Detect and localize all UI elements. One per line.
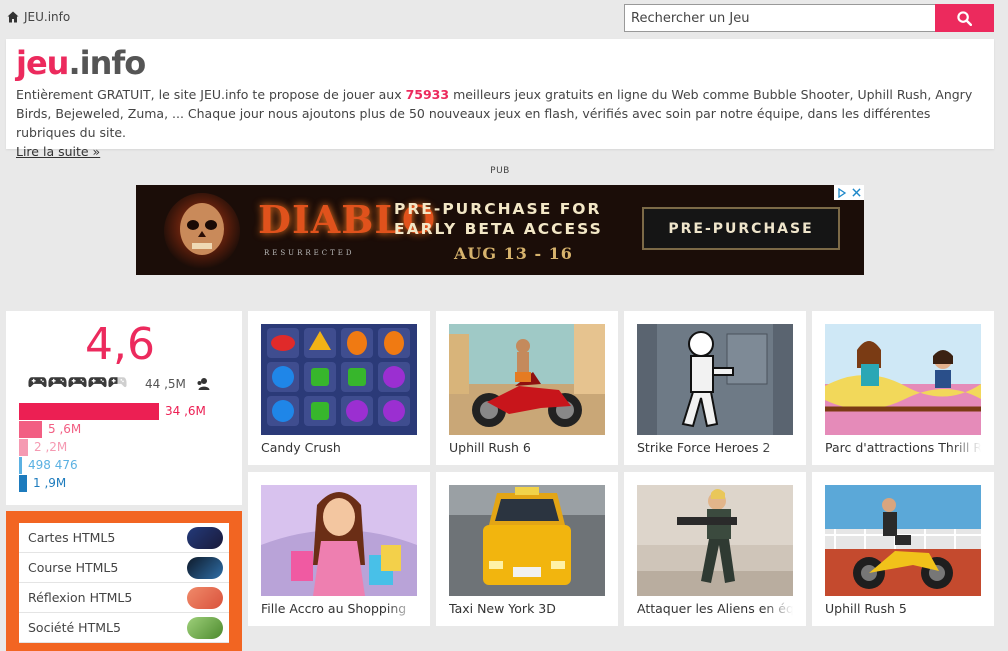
game-count: 75933 xyxy=(405,87,450,102)
ad-date: AUG 13 - 16 xyxy=(454,244,573,263)
intro-text-before: Entièrement GRATUIT, le site JEU.info te… xyxy=(16,87,406,102)
vote-count: 44 ,5M xyxy=(145,377,186,391)
game-card[interactable]: Parc d'attractions Thrill R xyxy=(812,311,994,465)
game-thumbnail-uphill-rush-6 xyxy=(449,324,605,435)
ad-banner[interactable]: DIABLO RESURRECTED PRE-PURCHASE FOR EARL… xyxy=(136,185,864,275)
rating-score: 4,6 xyxy=(85,319,155,370)
user-icon xyxy=(197,378,210,390)
rating-bar-label: 34 ,6M xyxy=(165,404,206,418)
home-icon xyxy=(7,11,19,23)
game-title: Fille Accro au Shopping xyxy=(261,601,417,616)
search-input[interactable] xyxy=(624,4,935,32)
rating-controllers xyxy=(28,375,127,389)
game-thumbnail-candy-crush xyxy=(261,324,417,435)
category-panel: Cartes HTML5 Course HTML5 Réflexion HTML… xyxy=(6,511,242,651)
rating-bar-label: 1 ,9M xyxy=(33,476,67,490)
rating-bar xyxy=(19,403,159,420)
ad-label: PUB xyxy=(490,166,510,176)
rating-bar xyxy=(19,439,28,456)
rating-bar-label: 5 ,6M xyxy=(48,422,82,436)
game-title: Uphill Rush 5 xyxy=(825,601,981,616)
game-title: Parc d'attractions Thrill R xyxy=(825,440,981,455)
logo-part-2: .info xyxy=(68,44,146,82)
game-thumbnail-strike-force-heroes xyxy=(637,324,793,435)
game-thumbnail-taxi-new-york xyxy=(449,485,605,596)
ad-cta-button[interactable]: PRE-PURCHASE xyxy=(642,207,840,250)
game-thumbnail-shopping-girl xyxy=(261,485,417,596)
search-form xyxy=(624,4,994,32)
intro-panel: jeu.info Entièrement GRATUIT, le site JE… xyxy=(6,39,994,159)
game-thumbnail-uphill-rush-5 xyxy=(825,485,981,596)
category-item[interactable]: Société HTML5 xyxy=(19,613,229,643)
rating-bar xyxy=(19,475,27,492)
game-title: Uphill Rush 6 xyxy=(449,440,605,455)
category-label: Société HTML5 xyxy=(28,620,121,635)
close-icon[interactable] xyxy=(849,185,864,200)
rating-bar-label: 2 ,2M xyxy=(34,440,68,454)
site-logo[interactable]: jeu.info xyxy=(16,43,984,85)
game-card[interactable]: Candy Crush xyxy=(248,311,430,465)
controller-icon xyxy=(88,377,107,388)
game-title: Attaquer les Aliens en éq xyxy=(637,601,793,616)
ad-headline-1: PRE-PURCHASE FOR xyxy=(394,200,602,218)
top-bar: JEU.info xyxy=(0,0,1008,36)
search-button[interactable] xyxy=(935,4,994,32)
category-society-icon xyxy=(187,616,223,639)
category-race-icon xyxy=(187,556,223,579)
read-more-link[interactable]: Lire la suite » xyxy=(16,144,100,159)
category-item[interactable]: Cartes HTML5 xyxy=(19,523,229,553)
home-link[interactable]: JEU.info xyxy=(7,10,70,24)
rating-bar xyxy=(19,457,22,474)
ad-headline-2: EARLY BETA ACCESS xyxy=(394,220,603,238)
ad-choices[interactable] xyxy=(834,185,864,200)
game-thumbnail-attack-aliens xyxy=(637,485,793,596)
game-thumbnail-thrill-rush xyxy=(825,324,981,435)
game-card[interactable]: Attaquer les Aliens en éq xyxy=(624,472,806,626)
game-card[interactable]: Strike Force Heroes 2 xyxy=(624,311,806,465)
game-card[interactable]: Uphill Rush 5 xyxy=(812,472,994,626)
controller-icon xyxy=(108,377,127,388)
game-title: Strike Force Heroes 2 xyxy=(637,440,793,455)
rating-panel: 4,6 44 ,5M 34 ,6M 5 ,6M 2 ,2M 498 476 1 ,9M xyxy=(6,311,242,505)
skull-image xyxy=(164,193,240,269)
rating-bar xyxy=(19,421,42,438)
category-label: Réflexion HTML5 xyxy=(28,590,133,605)
category-item[interactable]: Course HTML5 xyxy=(19,553,229,583)
game-card[interactable]: Taxi New York 3D xyxy=(436,472,618,626)
home-label: JEU.info xyxy=(24,10,71,24)
search-icon xyxy=(957,10,972,26)
rating-bar-label: 498 476 xyxy=(28,458,78,472)
logo-part-1: jeu xyxy=(16,44,69,82)
controller-icon xyxy=(68,377,87,388)
game-card[interactable]: Uphill Rush 6 xyxy=(436,311,618,465)
ad-logo-sub: RESURRECTED xyxy=(264,249,355,257)
adchoices-icon[interactable] xyxy=(834,185,849,200)
category-cards-icon xyxy=(187,526,223,549)
category-label: Cartes HTML5 xyxy=(28,530,116,545)
category-puzzle-icon xyxy=(187,586,223,609)
category-item[interactable]: Réflexion HTML5 xyxy=(19,583,229,613)
game-card[interactable]: Fille Accro au Shopping xyxy=(248,472,430,626)
controller-icon xyxy=(28,377,47,388)
category-label: Course HTML5 xyxy=(28,560,119,575)
game-title: Candy Crush xyxy=(261,440,417,455)
game-title: Taxi New York 3D xyxy=(449,601,605,616)
controller-icon xyxy=(48,377,67,388)
intro-text: Entièrement GRATUIT, le site JEU.info te… xyxy=(16,85,984,161)
